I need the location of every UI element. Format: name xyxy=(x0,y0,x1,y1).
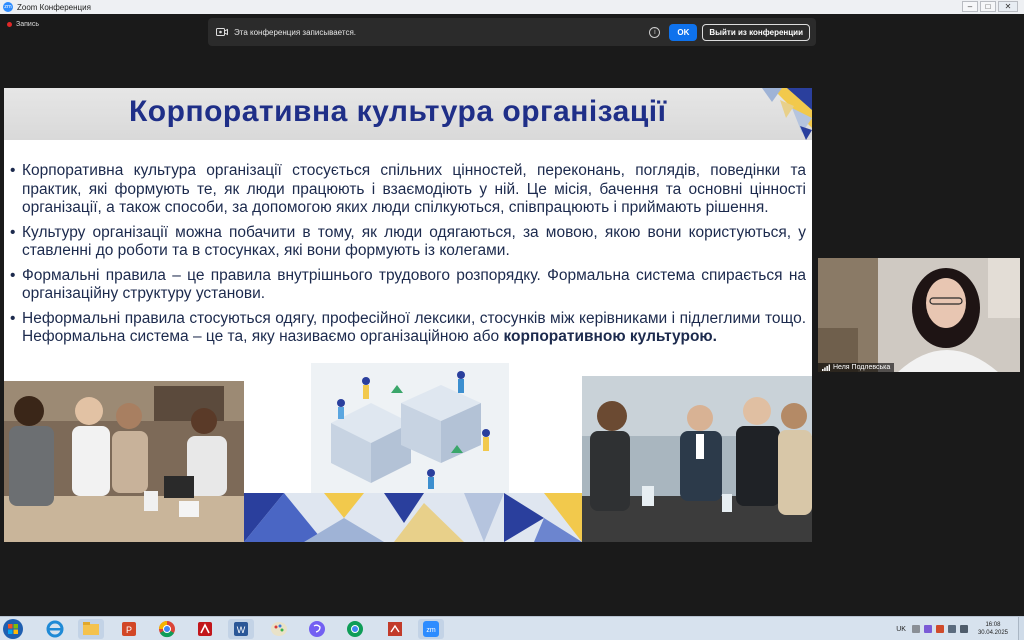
bullet-text-bold: корпоративною культурою. xyxy=(503,328,717,345)
window-controls: – □ ✕ xyxy=(962,1,1018,12)
zoom-icon[interactable]: zm xyxy=(418,619,444,639)
slide-bullet: • Культуру організації можна побачити в … xyxy=(10,224,806,261)
participant-video-frame xyxy=(818,258,1020,372)
signal-bars-icon xyxy=(822,364,830,371)
window-titlebar: zm Zoom Конференция – □ ✕ xyxy=(0,0,1024,14)
windows-taskbar: P W zm UK 16:08 30.04.2025 xyxy=(0,616,1024,640)
minimize-button[interactable]: – xyxy=(962,1,978,12)
bullet-text: Корпоративна культура організації стосує… xyxy=(22,162,806,216)
slide-bullet: • Формальні правила – це правила внутріш… xyxy=(10,267,806,304)
language-indicator[interactable]: UK xyxy=(896,626,906,633)
team-meeting-photo xyxy=(4,381,244,542)
word-icon[interactable]: W xyxy=(228,619,254,639)
slide-header: Корпоративна культура організації xyxy=(4,88,812,140)
keyboard-icon[interactable] xyxy=(911,625,920,633)
bullet-text: Формальні правила – це правила внутрішнь… xyxy=(22,266,806,303)
slide-title: Корпоративна культура організації xyxy=(129,95,667,128)
chrome-icon[interactable] xyxy=(154,619,180,639)
teamwork-illustration xyxy=(311,363,509,493)
viber-tray-icon[interactable] xyxy=(923,625,932,633)
bullet-marker: • xyxy=(10,223,16,241)
record-dot-icon xyxy=(7,22,12,27)
app-tray-icon[interactable] xyxy=(935,625,944,633)
internet-explorer-icon[interactable] xyxy=(42,619,68,639)
clock-time: 16:08 xyxy=(985,622,1001,628)
zoom-app-icon: zm xyxy=(3,2,13,12)
maximize-button[interactable]: □ xyxy=(980,1,996,12)
corner-pattern-graphic xyxy=(762,88,812,140)
participant-name: Неля Подлевська xyxy=(833,364,891,371)
viber-icon[interactable] xyxy=(304,619,330,639)
ok-button[interactable]: OK xyxy=(669,23,698,41)
svg-text:P: P xyxy=(126,625,132,635)
slide-bullet: • Корпоративна культура організації стос… xyxy=(10,162,806,218)
system-clock[interactable]: 16:08 30.04.2025 xyxy=(978,621,1008,637)
close-button[interactable]: ✕ xyxy=(998,1,1018,12)
chrome-profile-icon[interactable] xyxy=(342,619,368,639)
paint-icon[interactable] xyxy=(266,619,292,639)
show-desktop-button[interactable] xyxy=(1018,617,1024,640)
powerpoint-icon[interactable]: P xyxy=(116,619,142,639)
info-icon[interactable]: i xyxy=(649,26,661,38)
acrobat-icon[interactable] xyxy=(192,619,218,639)
bullet-marker: • xyxy=(10,266,16,284)
file-explorer-icon[interactable] xyxy=(78,619,104,639)
recording-label: Запись xyxy=(16,21,39,28)
window-title: Zoom Конференция xyxy=(17,2,91,12)
camera-record-icon xyxy=(216,28,228,36)
decorative-pattern-strip xyxy=(244,493,582,542)
bullet-marker: • xyxy=(10,309,16,327)
leave-meeting-button[interactable]: Выйти из конференции xyxy=(702,23,810,41)
participant-name-tag: Неля Подлевська xyxy=(818,363,895,372)
business-meeting-photo xyxy=(582,376,812,542)
bullet-text: Неформальні правила стосуються одягу, пр… xyxy=(22,310,806,347)
slide-bullet: • Неформальні правила стосуються одягу, … xyxy=(10,310,806,347)
svg-text:zm: zm xyxy=(426,627,436,634)
presentation-icon[interactable] xyxy=(382,619,408,639)
recording-notice-text: Эта конференция записывается. xyxy=(234,27,356,37)
system-tray: UK 16:08 30.04.2025 xyxy=(896,617,1024,640)
network-icon[interactable] xyxy=(947,625,956,633)
bullet-text: Культуру організації можна побачити в то… xyxy=(22,223,806,260)
shared-slide: Корпоративна культура організації • Корп… xyxy=(4,88,812,542)
windows-start-icon[interactable] xyxy=(2,618,24,640)
volume-icon[interactable] xyxy=(959,625,968,633)
clock-date: 30.04.2025 xyxy=(977,630,1008,636)
recording-notice-bar: Эта конференция записывается. i OK Выйти… xyxy=(208,18,816,46)
bullet-marker: • xyxy=(10,162,16,179)
slide-body: • Корпоративна культура організації стос… xyxy=(10,162,806,353)
recording-indicator[interactable]: Запись xyxy=(7,21,39,28)
participant-video[interactable]: Неля Подлевська xyxy=(818,258,1020,372)
svg-text:W: W xyxy=(237,625,246,635)
